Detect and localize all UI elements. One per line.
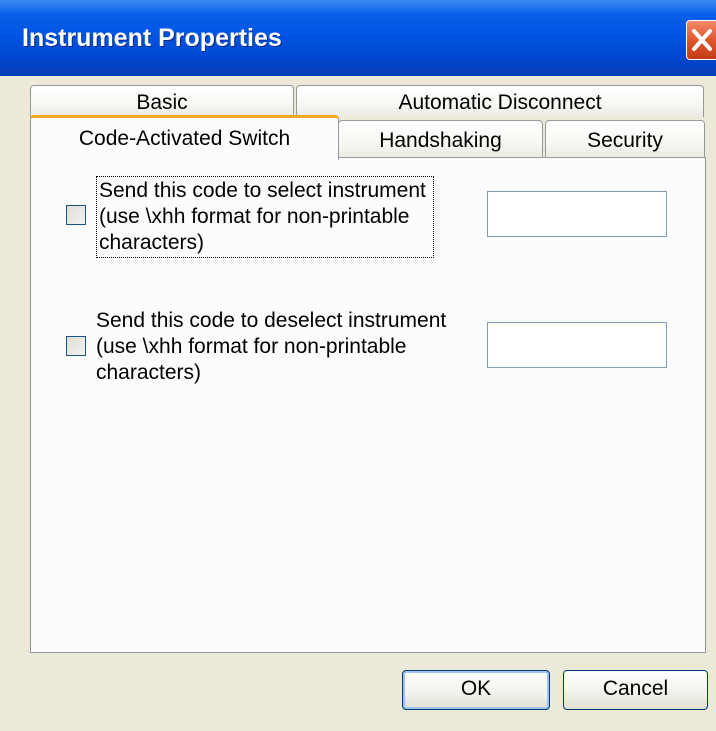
tab-security-label: Security: [587, 129, 663, 152]
select-code-input[interactable]: [487, 191, 667, 237]
tab-handshaking[interactable]: Handshaking: [338, 120, 543, 158]
title-bar[interactable]: Instrument Properties: [0, 0, 716, 76]
cancel-button[interactable]: Cancel: [563, 670, 708, 710]
ok-button[interactable]: OK: [402, 670, 550, 710]
instrument-properties-dialog: Instrument Properties Basic Automatic Di…: [0, 0, 716, 731]
select-code-label[interactable]: Send this code to select instrument (use…: [96, 176, 434, 258]
deselect-code-label-line-1: Send this code to deselect instrument: [96, 309, 447, 332]
window-title: Instrument Properties: [22, 24, 282, 52]
tab-basic[interactable]: Basic: [30, 85, 294, 117]
tab-code-activated-switch[interactable]: Code-Activated Switch: [30, 115, 339, 160]
deselect-code-input[interactable]: [487, 322, 667, 368]
deselect-code-label[interactable]: Send this code to deselect instrument (u…: [96, 308, 496, 386]
close-icon: [692, 29, 712, 51]
select-code-label-line-2: (use \xhh format for non-printable: [99, 205, 410, 228]
deselect-code-label-line-3: characters): [96, 361, 202, 384]
select-code-label-line-3: characters): [99, 231, 205, 254]
deselect-code-label-line-2: (use \xhh format for non-printable: [96, 335, 407, 358]
select-code-checkbox[interactable]: [66, 205, 86, 225]
tab-handshaking-label: Handshaking: [379, 129, 502, 152]
select-code-label-line-1: Send this code to select instrument: [99, 179, 426, 202]
deselect-code-checkbox[interactable]: [66, 336, 86, 356]
tab-automatic-disconnect-label: Automatic Disconnect: [398, 91, 602, 114]
tab-code-activated-switch-label: Code-Activated Switch: [78, 127, 291, 150]
tab-security[interactable]: Security: [545, 120, 705, 158]
close-button[interactable]: [686, 20, 716, 60]
tab-automatic-disconnect[interactable]: Automatic Disconnect: [296, 85, 704, 117]
